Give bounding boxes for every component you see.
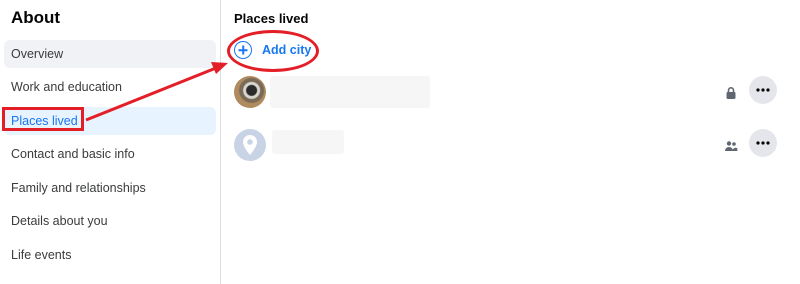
section-title: Places lived: [234, 11, 309, 26]
more-options-button[interactable]: [749, 76, 777, 104]
lock-icon[interactable]: [724, 86, 738, 100]
redacted-place-text: [270, 76, 430, 108]
sidebar-item-life-events[interactable]: Life events: [4, 241, 216, 269]
place-photo-avatar[interactable]: [234, 76, 266, 108]
sidebar-item-work-and-education[interactable]: Work and education: [4, 73, 216, 101]
about-title: About: [11, 8, 61, 27]
sidebar-item-overview[interactable]: Overview: [4, 40, 216, 68]
sidebar-item-family-and-relationships[interactable]: Family and relationships: [4, 174, 216, 202]
friends-icon[interactable]: [724, 139, 738, 153]
sidebar-item-contact-and-basic-info[interactable]: Contact and basic info: [4, 140, 216, 168]
sidebar-item-places-lived[interactable]: Places lived: [4, 107, 216, 135]
sidebar-item-details-about-you[interactable]: Details about you: [4, 207, 216, 235]
place-entry: [234, 76, 779, 110]
add-city-label: Add city: [262, 43, 312, 57]
place-entry: [234, 129, 779, 163]
about-sidebar: About Overview Work and education Places…: [0, 0, 221, 284]
redacted-place-text: [272, 130, 344, 154]
location-pin-icon: [243, 135, 257, 155]
add-city-button[interactable]: Add city: [234, 38, 311, 62]
plus-circle-icon: [234, 41, 252, 59]
more-options-button[interactable]: [749, 129, 777, 157]
map-pin-avatar[interactable]: [234, 129, 266, 161]
more-icon: [756, 88, 770, 92]
more-icon: [756, 141, 770, 145]
